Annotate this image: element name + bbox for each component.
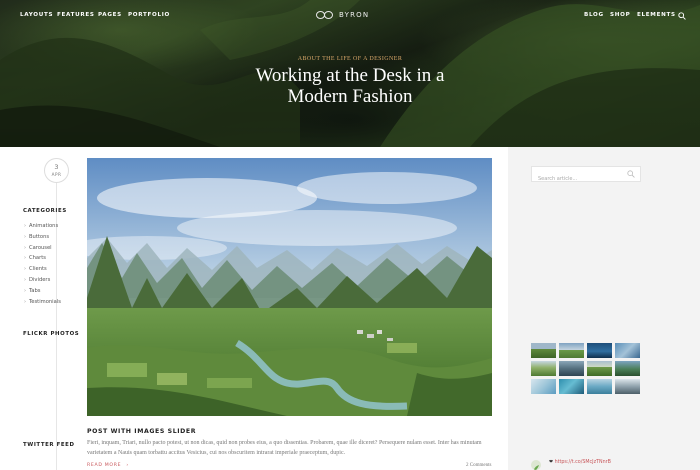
category-item[interactable]: › Dividers [24,275,61,286]
flickr-grid [531,343,640,394]
read-more-link[interactable]: READ MORE › [87,463,129,468]
nav-item-blog[interactable]: BLOG [584,12,604,18]
flickr-thumb[interactable] [559,379,584,394]
chevron-right-icon: › [24,266,26,273]
hero-title-line-1: Working at the Desk in a [255,65,445,86]
chevron-right-icon: › [24,244,26,251]
heart-icon: ❤ [549,460,554,465]
post-date-day: 3 [54,163,59,171]
chevron-right-icon: › [24,276,26,283]
flickr-thumb[interactable] [531,379,556,394]
nav-item-features[interactable]: FEATURES [57,12,95,18]
category-label: Animations [29,223,59,229]
category-item[interactable]: › Testimonials [24,297,61,308]
search-icon[interactable] [678,12,686,20]
post-date-month: APR [51,172,62,177]
chevron-right-icon: › [24,287,26,294]
logo-icon [316,11,334,19]
flickr-thumb[interactable] [615,361,640,376]
post-excerpt: Fieri, inquam, Triari, nullo pacto potes… [87,440,482,456]
tweet-text: ❤ https://t.co/SMcJzTNnrB [549,460,611,465]
flickr-thumb[interactable] [587,379,612,394]
comments-link[interactable]: 2 Comments [466,463,491,468]
category-item[interactable]: › Buttons [24,232,61,243]
post-featured-image[interactable] [87,158,492,416]
sidebar-search [531,166,641,186]
categories-heading: CATEGORIES [23,208,67,214]
category-item[interactable]: › Charts [24,253,61,264]
twitter-heading: TWITTER FEED [23,442,75,448]
flickr-thumb[interactable] [587,343,612,358]
category-label: Buttons [29,233,50,240]
hero-kicker: ABOUT THE LIFE OF A DESIGNER [297,56,403,62]
nav-item-layouts[interactable]: LAYOUTS [20,12,53,18]
nav-item-shop[interactable]: SHOP [610,12,630,18]
nav-item-pages[interactable]: PAGES [98,12,122,18]
category-label: Tabs [29,287,41,294]
hero-banner: LAYOUTS FEATURES PAGES PORTFOLIO BYRON B… [0,0,700,147]
post-date-badge: 3 APR [44,158,69,183]
tweet-link[interactable]: https://t.co/SMcJzTNnrB [555,460,611,465]
flickr-thumb[interactable] [587,361,612,376]
read-more-label: READ MORE [87,463,122,468]
flickr-thumb[interactable] [615,379,640,394]
sidebar [508,147,700,470]
category-label: Charts [29,255,46,262]
logo-text: BYRON [339,11,370,19]
search-icon[interactable] [627,170,635,178]
category-label: Carousel [29,244,52,251]
chevron-right-icon: › [24,255,26,262]
flickr-heading: FLICKR PHOTOS [23,331,80,337]
twitter-avatar [531,460,541,470]
nav-item-portfolio[interactable]: PORTFOLIO [128,12,170,18]
chevron-right-icon: › [24,223,26,229]
category-label: Dividers [29,276,51,283]
category-item[interactable]: › Tabs [24,286,61,297]
category-item[interactable]: › Animations [24,221,61,232]
hero-title-line-2: Modern Fashion [287,86,413,107]
hero-title: Working at the Desk in a Modern Fashion [0,65,700,107]
chevron-right-icon: › [24,298,26,305]
search-input[interactable] [532,172,622,186]
flickr-thumb[interactable] [531,343,556,358]
chevron-right-icon: › [24,233,26,240]
landscape-photo [87,158,492,416]
flickr-thumb[interactable] [615,343,640,358]
category-label: Testimonials [29,298,61,305]
arrow-right-icon: › [126,463,129,468]
flickr-thumb[interactable] [559,343,584,358]
flickr-thumb[interactable] [531,361,556,376]
category-item[interactable]: › Carousel [24,243,61,254]
categories-list: › Animations › Buttons › Carousel › Charts ›… [24,221,61,307]
flickr-thumb[interactable] [559,361,584,376]
category-label: Clients [29,266,47,273]
post-title[interactable]: POST WITH IMAGES SLIDER [87,428,196,435]
category-item[interactable]: › Clients [24,264,61,275]
nav-item-elements[interactable]: ELEMENTS [637,12,676,18]
site-logo[interactable]: BYRON [316,11,369,19]
